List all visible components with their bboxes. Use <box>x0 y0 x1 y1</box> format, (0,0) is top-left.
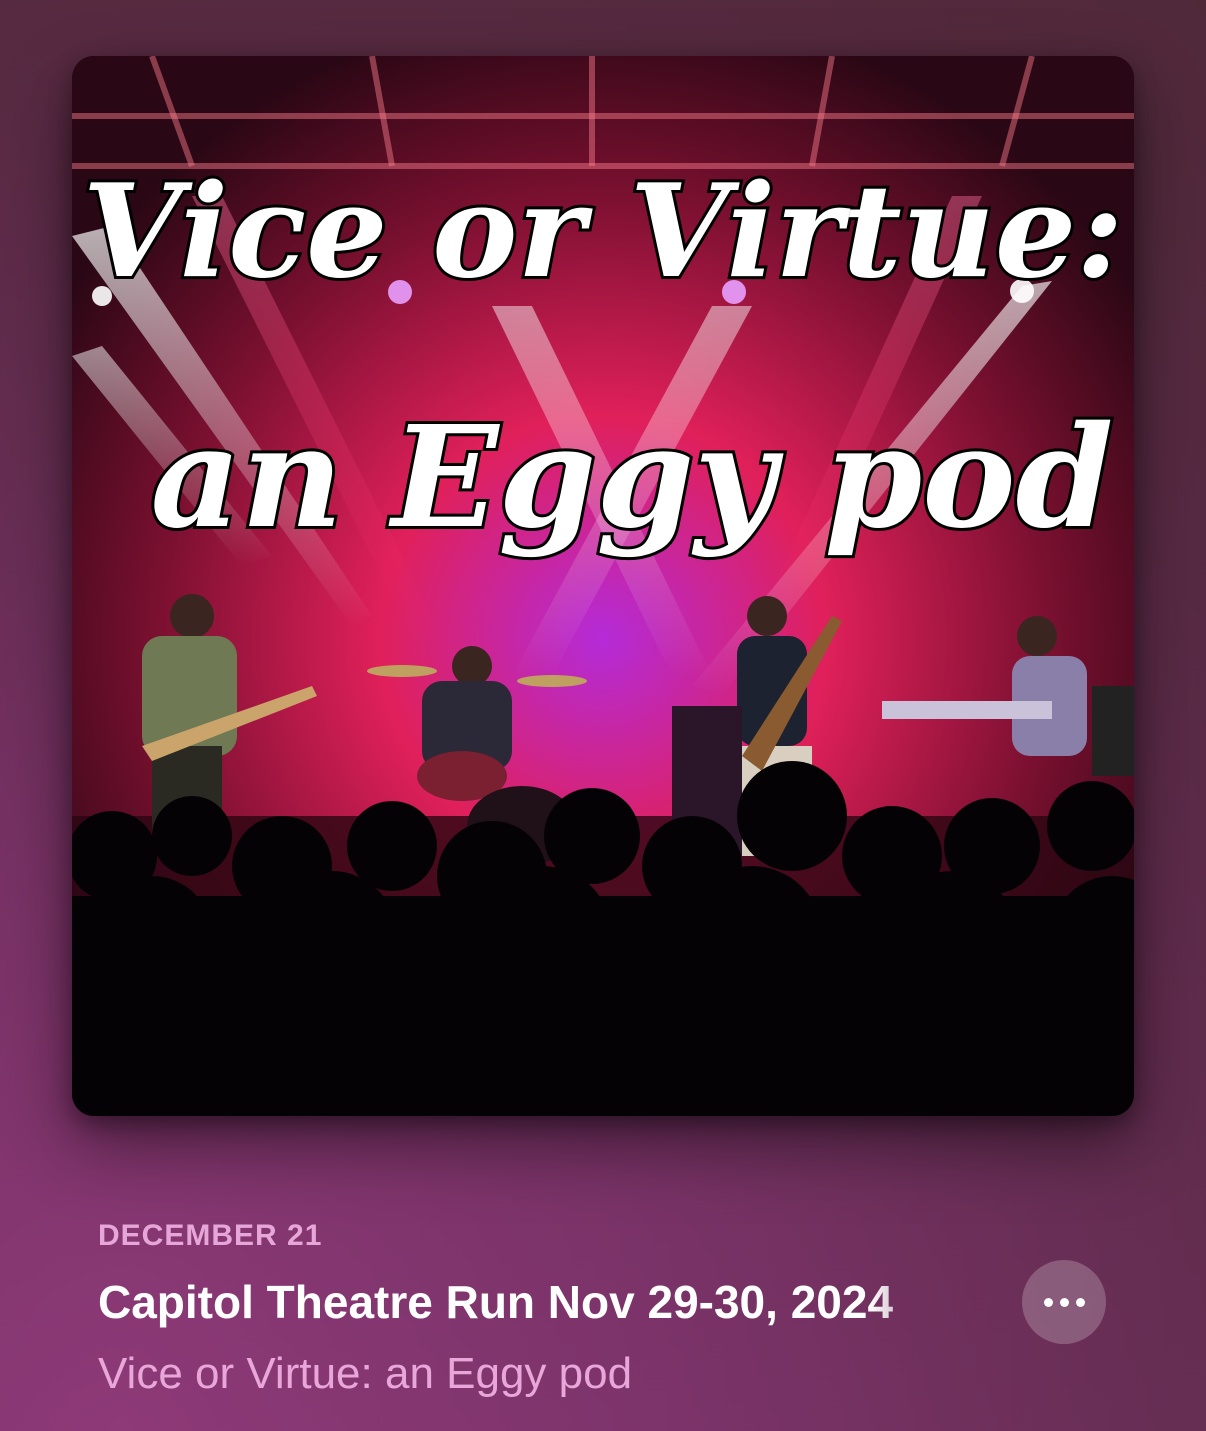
artwork-title-line-2: an Eggy pod <box>151 396 1114 560</box>
title-row: Capitol Theatre Run Nov 29-30, 2024 <box>98 1260 1108 1344</box>
show-name-link[interactable]: Vice or Virtue: an Eggy pod <box>98 1346 1108 1402</box>
ellipsis-icon <box>1043 1297 1085 1307</box>
podcast-artwork[interactable]: Vice or Virtue: an Eggy pod <box>72 56 1134 1116</box>
episode-info: DECEMBER 21 Capitol Theatre Run Nov 29-3… <box>98 1218 1108 1402</box>
episode-date: DECEMBER 21 <box>98 1219 323 1252</box>
more-options-button[interactable] <box>1022 1260 1106 1344</box>
artwork-title-line-1: Vice or Virtue: <box>83 157 1124 307</box>
episode-title: Capitol Theatre Run Nov 29-30, 2024 <box>98 1276 894 1328</box>
